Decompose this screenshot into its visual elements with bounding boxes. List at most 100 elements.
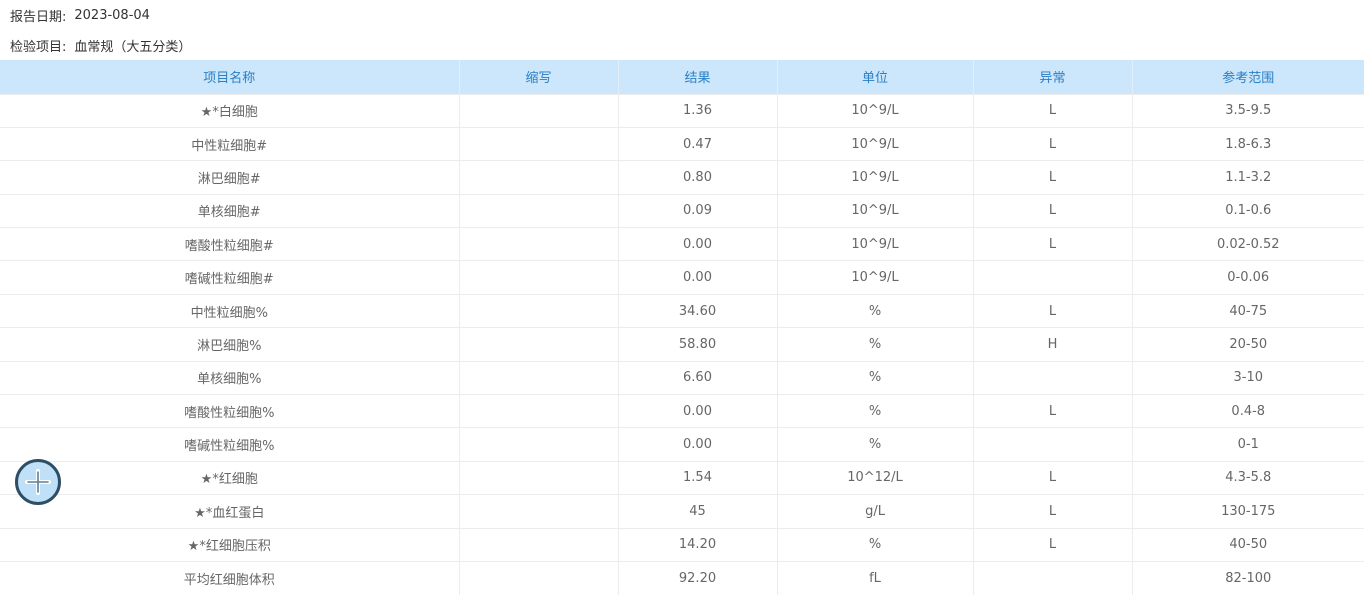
table-body: ★*白细胞 1.36 10^9/L L 3.5-9.5 中性粒细胞# 0.47 10^9/L L…: [0, 93, 1364, 595]
table-row: 嗜酸性粒细胞# 0.00 10^9/L L 0.02-0.52: [0, 227, 1364, 261]
cell-abbr: [459, 460, 619, 495]
cell-flag: L: [973, 193, 1133, 228]
cell-abbr: [459, 427, 619, 462]
table-row: 中性粒细胞% 34.60% L 40-75: [0, 293, 1364, 328]
cell-range: 82-100: [1132, 560, 1364, 595]
cell-flag: L: [973, 494, 1133, 529]
cell-range: 3.5-9.5: [1132, 93, 1364, 128]
header-unit: 单位: [777, 60, 974, 94]
cell-result: 14.20: [618, 527, 778, 562]
cell-result: 45: [618, 494, 778, 529]
cell-result: 6.60: [618, 360, 778, 395]
cell-flag: [973, 560, 1133, 595]
cell-result: 0.00: [618, 260, 778, 295]
cell-flag: L: [973, 227, 1133, 261]
cell-name: 嗜酸性粒细胞#: [0, 227, 460, 261]
plus-icon: [25, 469, 51, 495]
table-row: 嗜碱性粒细胞# 0.00 10^9/L 0-0.06: [0, 260, 1364, 295]
cell-unit: %: [777, 327, 974, 362]
cell-abbr: [459, 327, 619, 362]
test-item-value: 血常规（大五分类）: [74, 39, 192, 55]
cell-abbr: [459, 527, 619, 562]
cell-abbr: [459, 160, 619, 195]
cell-flag: L: [973, 293, 1133, 328]
table-row: ★*白细胞 1.36 10^9/L L 3.5-9.5: [0, 93, 1364, 128]
table-row: 淋巴细胞# 0.80 10^9/L L 1.1-3.2: [0, 160, 1364, 195]
cell-name: 单核细胞#: [0, 193, 460, 228]
header-range: 参考范围: [1222, 71, 1275, 87]
cell-abbr: [459, 227, 619, 261]
cell-unit: 10^12/L: [777, 460, 974, 495]
cell-result: 92.20: [618, 560, 778, 595]
cell-name: ★*血红蛋白: [0, 494, 460, 529]
cell-unit: 10^9/L: [777, 93, 974, 128]
cell-range: 3-10: [1132, 360, 1364, 395]
table-row: 平均红细胞体积 92.20 fL 82-100: [0, 560, 1364, 595]
cell-result: 0.80: [618, 160, 778, 195]
cell-unit: %: [777, 427, 974, 462]
cell-name: 淋巴细胞%: [0, 327, 460, 362]
cell-flag: H: [973, 327, 1133, 362]
cell-unit: fL: [777, 560, 974, 595]
cell-abbr: [459, 494, 619, 529]
cell-name: ★*红细胞压积: [0, 527, 460, 562]
cell-name: 嗜碱性粒细胞#: [0, 260, 460, 295]
cell-abbr: [459, 394, 619, 428]
header-result: 结果: [618, 60, 778, 94]
header-item-name: 项目名称: [0, 60, 460, 94]
cell-unit: g/L: [777, 494, 974, 529]
cell-name: ★*红细胞: [0, 460, 460, 495]
cell-abbr: [459, 293, 619, 328]
cell-result: 1.54: [618, 460, 778, 495]
cell-abbr: [459, 560, 619, 595]
cell-unit: 10^9/L: [777, 126, 974, 161]
cell-name: 平均红细胞体积: [0, 560, 460, 595]
cell-unit: %: [777, 527, 974, 562]
test-item: 检验项目: 血常规（大五分类）: [0, 30, 1364, 60]
cell-unit: 10^9/L: [777, 260, 974, 295]
cell-flag: [973, 360, 1133, 395]
cell-name: ★*白细胞: [0, 93, 460, 128]
cell-result: 0.00: [618, 227, 778, 261]
cell-result: 0.09: [618, 193, 778, 228]
cell-unit: 10^9/L: [777, 227, 974, 261]
cell-flag: L: [973, 394, 1133, 428]
cell-abbr: [459, 126, 619, 161]
cell-range: 0.4-8: [1132, 394, 1364, 428]
table-row: ★*红细胞压积 14.20% L 40-50: [0, 527, 1364, 562]
cell-range: 130-175: [1132, 494, 1364, 529]
cell-flag: L: [973, 93, 1133, 128]
report-date-label: 报告日期:: [10, 9, 67, 25]
table-row: 嗜碱性粒细胞% 0.00% 0-1: [0, 427, 1364, 462]
cell-result: 58.80: [618, 327, 778, 362]
cell-range: 0.1-0.6: [1132, 193, 1364, 228]
cell-range: 0-0.06: [1132, 260, 1364, 295]
header-flag: 异常: [973, 60, 1133, 94]
cell-abbr: [459, 93, 619, 128]
cell-result: 0.47: [618, 126, 778, 161]
cell-flag: L: [973, 460, 1133, 495]
table-row: 单核细胞% 6.60% 3-10: [0, 360, 1364, 395]
table-header-row: 项目名称 缩写 结果 单位 异常 参考范围: [0, 60, 1364, 94]
cell-name: 中性粒细胞#: [0, 126, 460, 161]
cell-flag: L: [973, 160, 1133, 195]
cell-flag: L: [973, 527, 1133, 562]
cell-result: 1.36: [618, 93, 778, 128]
add-button[interactable]: [15, 459, 61, 505]
cell-range: 0.02-0.52: [1132, 227, 1364, 261]
cell-name: 单核细胞%: [0, 360, 460, 395]
cell-result: 0.00: [618, 427, 778, 462]
cell-range: 4.3-5.8: [1132, 460, 1364, 495]
cell-range: 20-50: [1132, 327, 1364, 362]
cell-name: 淋巴细胞#: [0, 160, 460, 195]
cell-range: 40-50: [1132, 527, 1364, 562]
cell-name: 嗜碱性粒细胞%: [0, 427, 460, 462]
report-date: 报告日期: 2023-08-04: [0, 0, 1364, 30]
cell-range: 1.8-6.3: [1132, 126, 1364, 161]
test-item-label: 检验项目:: [10, 39, 67, 55]
cell-flag: [973, 260, 1133, 295]
cell-unit: 10^9/L: [777, 160, 974, 195]
header-abbr: 缩写: [459, 60, 619, 94]
cell-abbr: [459, 360, 619, 395]
table-row: ★*血红蛋白 45 g/L L 130-175: [0, 494, 1364, 529]
